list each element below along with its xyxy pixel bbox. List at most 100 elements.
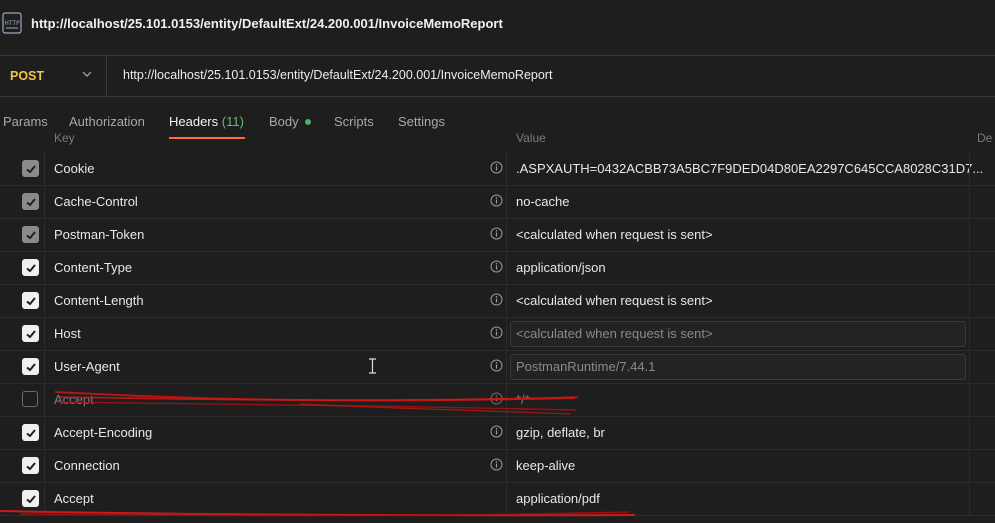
header-enabled-checkbox[interactable] xyxy=(22,292,39,309)
tab-settings[interactable]: Settings xyxy=(398,114,445,129)
header-row[interactable]: Content-Length <calculated when request i… xyxy=(0,284,995,318)
header-value[interactable]: PostmanRuntime/7.44.1 xyxy=(516,359,655,374)
column-divider xyxy=(969,383,970,416)
info-icon[interactable] xyxy=(490,194,503,207)
tab-body[interactable]: Body xyxy=(269,114,311,129)
tab-headers[interactable]: Headers (11) xyxy=(169,114,244,129)
column-divider xyxy=(969,317,970,350)
header-value[interactable]: gzip, deflate, br xyxy=(516,425,605,440)
header-key[interactable]: Connection xyxy=(54,458,120,473)
header-enabled-checkbox[interactable] xyxy=(22,391,38,407)
column-divider xyxy=(969,251,970,284)
info-icon[interactable] xyxy=(490,161,503,174)
request-tabs: Params Authorization Headers (11) Body S… xyxy=(0,97,995,139)
header-value[interactable]: <calculated when request is sent> xyxy=(516,293,713,308)
column-divider xyxy=(506,185,507,218)
header-key[interactable]: Cache-Control xyxy=(54,194,138,209)
check-icon xyxy=(25,296,36,305)
header-row[interactable]: Accept */* xyxy=(0,383,995,417)
tab-label: Headers xyxy=(169,114,219,129)
header-row[interactable]: Cache-Control no-cache xyxy=(0,185,995,219)
check-icon xyxy=(25,494,36,503)
info-icon[interactable] xyxy=(490,392,503,405)
header-enabled-checkbox[interactable] xyxy=(22,325,39,342)
header-value[interactable]: <calculated when request is sent> xyxy=(516,227,713,242)
check-icon xyxy=(25,230,36,239)
column-divider xyxy=(969,350,970,383)
tab-label: Settings xyxy=(398,114,445,129)
header-enabled-checkbox[interactable] xyxy=(22,424,39,441)
method-select[interactable]: POST xyxy=(10,69,44,83)
check-icon xyxy=(25,461,36,470)
header-enabled-checkbox[interactable] xyxy=(22,193,39,210)
header-row[interactable]: Cookie .ASPXAUTH=0432ACBB73A5BC7F9DED04D8… xyxy=(0,152,995,186)
tab-label: Body xyxy=(269,114,299,129)
column-divider xyxy=(506,218,507,251)
request-title[interactable]: http://localhost/25.101.0153/entity/Defa… xyxy=(31,16,503,31)
title-bar: HTTP http://localhost/25.101.0153/entity… xyxy=(0,0,995,48)
check-icon xyxy=(25,428,36,437)
header-row[interactable]: User-Agent PostmanRuntime/7.44.1 xyxy=(0,350,995,384)
tab-scripts[interactable]: Scripts xyxy=(334,114,374,129)
header-row[interactable]: Connection keep-alive xyxy=(0,449,995,483)
header-row[interactable]: Host <calculated when request is sent> xyxy=(0,317,995,351)
header-row[interactable]: Accept application/pdf xyxy=(0,482,995,516)
info-icon[interactable] xyxy=(490,326,503,339)
body-indicator-dot xyxy=(304,118,311,125)
header-key[interactable]: Content-Type xyxy=(54,260,132,275)
info-icon[interactable] xyxy=(490,293,503,306)
header-key[interactable]: User-Agent xyxy=(54,359,120,374)
info-icon[interactable] xyxy=(490,260,503,273)
column-header-description: De xyxy=(977,131,993,145)
headers-count: (11) xyxy=(221,114,244,129)
check-icon xyxy=(25,362,36,371)
header-key[interactable]: Postman-Token xyxy=(54,227,144,242)
info-icon[interactable] xyxy=(490,458,503,471)
header-value[interactable]: application/json xyxy=(516,260,606,275)
tab-label: Params xyxy=(3,114,48,129)
header-enabled-checkbox[interactable] xyxy=(22,490,39,507)
column-divider xyxy=(969,185,970,218)
header-row[interactable]: Accept-Encoding gzip, deflate, br xyxy=(0,416,995,450)
column-divider xyxy=(506,482,507,515)
header-key[interactable]: Content-Length xyxy=(54,293,144,308)
active-tab-indicator xyxy=(169,137,245,139)
column-divider xyxy=(506,317,507,350)
header-enabled-checkbox[interactable] xyxy=(22,160,39,177)
header-enabled-checkbox[interactable] xyxy=(22,226,39,243)
header-key[interactable]: Accept xyxy=(54,392,94,407)
column-divider xyxy=(506,449,507,482)
header-value[interactable]: .ASPXAUTH=0432ACBB73A5BC7F9DED04D80EA229… xyxy=(516,161,983,176)
header-row[interactable]: Postman-Token <calculated when request is… xyxy=(0,218,995,252)
header-enabled-checkbox[interactable] xyxy=(22,457,39,474)
column-divider xyxy=(969,152,970,185)
header-key[interactable]: Accept xyxy=(54,491,94,506)
info-icon[interactable] xyxy=(490,425,503,438)
header-key[interactable]: Cookie xyxy=(54,161,94,176)
url-input[interactable]: http://localhost/25.101.0153/entity/Defa… xyxy=(123,68,552,82)
header-value[interactable]: <calculated when request is sent> xyxy=(516,326,713,341)
check-icon xyxy=(25,197,36,206)
column-header-value: Value xyxy=(516,131,546,145)
divider xyxy=(106,56,107,96)
header-key[interactable]: Accept-Encoding xyxy=(54,425,152,440)
header-value[interactable]: application/pdf xyxy=(516,491,600,506)
header-value[interactable]: */* xyxy=(516,392,530,407)
chevron-down-icon[interactable] xyxy=(80,67,94,81)
header-row[interactable]: Content-Type application/json xyxy=(0,251,995,285)
check-icon xyxy=(25,263,36,272)
column-divider xyxy=(969,482,970,515)
header-enabled-checkbox[interactable] xyxy=(22,259,39,276)
header-enabled-checkbox[interactable] xyxy=(22,358,39,375)
header-key[interactable]: Host xyxy=(54,326,81,341)
tab-params[interactable]: Params xyxy=(3,114,48,129)
info-icon[interactable] xyxy=(490,359,503,372)
header-value[interactable]: keep-alive xyxy=(516,458,575,473)
check-icon xyxy=(25,164,36,173)
column-divider xyxy=(506,284,507,317)
tab-authorization[interactable]: Authorization xyxy=(69,114,145,129)
info-icon[interactable] xyxy=(490,227,503,240)
header-value[interactable]: no-cache xyxy=(516,194,569,209)
tab-label: Scripts xyxy=(334,114,374,129)
column-divider xyxy=(506,251,507,284)
